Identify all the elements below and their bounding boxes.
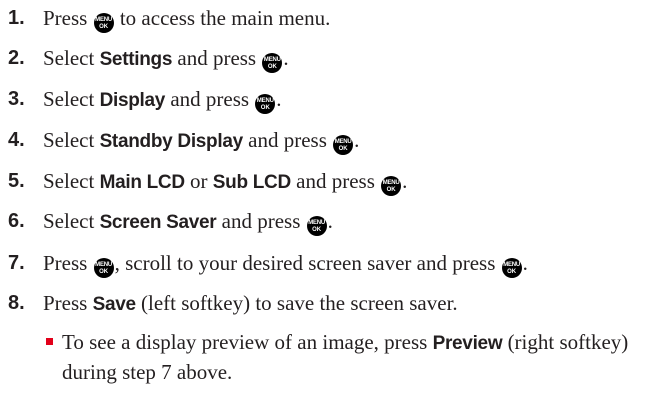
menu-ok-key-icon: MENU OK [255,94,276,114]
menu-ok-key-icon: MENU OK [501,258,522,278]
step-text: Select Display and press MENU OK. [43,84,282,116]
step-number: 7. [8,252,25,274]
step-item: 7. Press MENU OK, scroll to your desired s… [0,248,650,278]
step-text: Select Standby Display and press MENU OK. [43,125,359,157]
step-text: Select Settings and press MENU OK. [43,43,289,75]
note-bullet-item: To see a display preview of an image, pr… [46,328,642,387]
step-text-fragment: and press [165,87,255,111]
step-number: 2. [8,47,25,69]
step-text: Press MENU OK to access the main menu. [43,3,330,33]
step-text: Press MENU OK, scroll to your desired scr… [43,248,528,278]
step-text-fragment: Select [43,87,100,111]
step-text: Select Main LCD or Sub LCD and press MEN… [43,166,407,198]
step-number: 4. [8,129,25,151]
step-text-fragment: To see a display preview of an image, pr… [62,330,433,354]
step-text-fragment: and press [242,128,333,152]
menu-term: Standby Display [99,131,244,152]
step-text-fragment: . [327,209,333,233]
step-text-fragment: Press [43,251,93,275]
step-text-fragment: . [283,46,289,70]
menu-term: Screen Saver [99,212,217,233]
menu-term: Display [99,90,166,111]
menu-ok-key-icon: MENU OK [306,216,327,236]
menu-ok-key-icon: MENU OK [381,176,402,196]
step-number: 1. [8,7,25,29]
menu-term: Settings [99,49,173,70]
step-text-fragment: Press [43,291,93,315]
step-text-fragment: , scroll to your desired screen saver an… [114,251,501,275]
note-text: To see a display preview of an image, pr… [62,330,628,384]
menu-term: Save [92,294,136,315]
step-text-fragment: . [402,169,408,193]
step-text-fragment: and press [216,209,306,233]
step-number: 8. [8,292,25,314]
step-text-fragment: . [354,128,360,152]
step-number: 6. [8,210,25,232]
step-text-fragment: or [184,169,213,193]
step-number: 3. [8,88,25,110]
menu-term: Sub LCD [212,172,291,193]
step-text-fragment: . [522,251,528,275]
menu-term: Preview [432,333,503,354]
step-item: 5. Select Main LCD or Sub LCD and press M… [0,166,650,196]
step-text: Press Save (left softkey) to save the sc… [43,288,458,320]
step-text-fragment: Select [43,46,100,70]
step-text-fragment: Select [43,128,100,152]
step-item: 8. Press Save (left softkey) to save the … [0,288,650,318]
step-text-fragment: and press [290,169,381,193]
step-item: 1. Press MENU OK to access the main menu. [0,3,650,33]
step-item: 6. Select Screen Saver and press MENU OK. [0,206,650,236]
menu-term: Main LCD [99,172,186,193]
step-text-fragment: to access the main menu. [114,6,331,30]
step-item: 2. Select Settings and press MENU OK. [0,43,650,73]
bullet-marker [46,338,53,345]
step-text-fragment: Select [43,209,100,233]
step-item: 4. Select Standby Display and press MENU O… [0,125,650,155]
step-text-fragment: and press [172,46,262,70]
step-item: 3. Select Display and press MENU OK. [0,84,650,114]
step-text-fragment: . [276,87,282,111]
step-text-fragment: (left softkey) to save the screen saver. [135,291,458,315]
step-text: Select Screen Saver and press MENU OK. [43,206,333,238]
step-text-fragment: Select [43,169,100,193]
step-text-fragment: Press [43,6,93,30]
menu-ok-key-icon: MENU OK [262,53,283,73]
step-number: 5. [8,170,25,192]
menu-ok-key-icon: MENU OK [93,258,114,278]
menu-ok-key-icon: MENU OK [333,135,354,155]
menu-ok-key-icon: MENU OK [93,13,114,33]
